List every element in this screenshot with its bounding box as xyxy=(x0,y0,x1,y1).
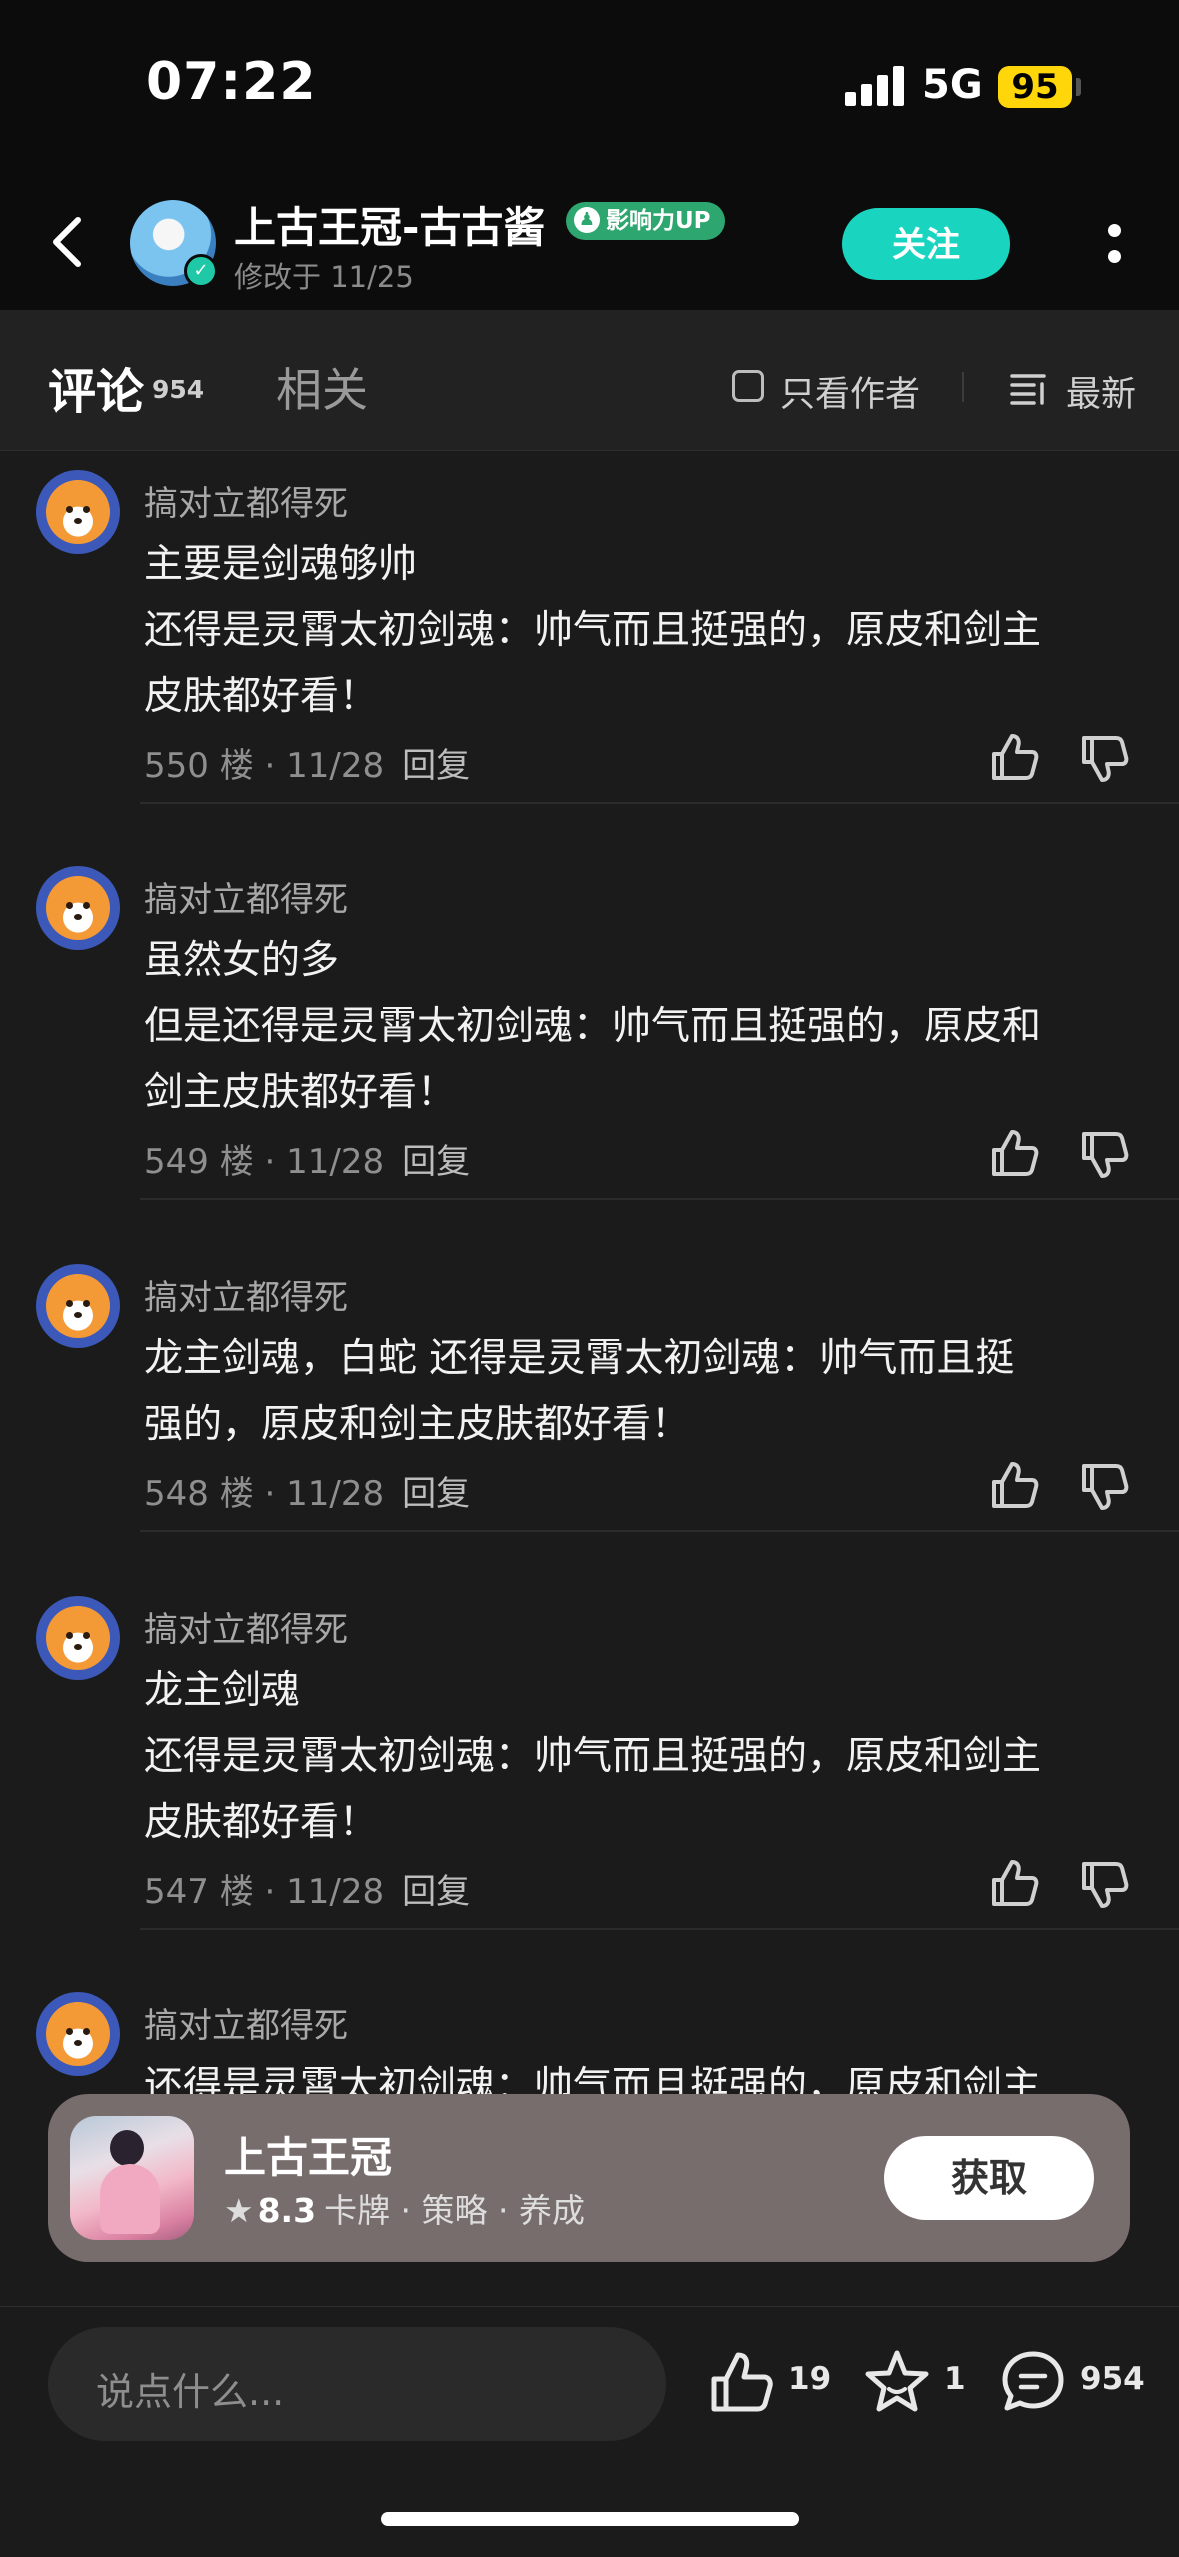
comment-text: 虽然女的多但是还得是灵霄太初剑魂：帅气而且挺强的，原皮和 剑主皮肤都好看！ xyxy=(144,928,1144,1126)
comment-username[interactable]: 搞对立都得死 xyxy=(144,1602,348,1651)
comment-floor: 549 楼 xyxy=(144,1142,254,1182)
comment-text-line: 虽然女的多 xyxy=(144,938,340,983)
comment-text-line: 皮肤都好看！ xyxy=(144,674,379,719)
thumb-down-icon[interactable] xyxy=(1078,1858,1130,1910)
favorite-count: 1 xyxy=(944,2361,966,2397)
signal-icon xyxy=(845,66,907,106)
comment-text-line: 主要是剑魂够帅 xyxy=(144,542,418,587)
battery-icon: 95 xyxy=(998,66,1072,108)
star-icon xyxy=(865,2350,929,2412)
game-card[interactable]: 上古王冠 ★ 8.3 卡牌 · 策略 · 养成 获取 xyxy=(48,2094,1130,2262)
reply-button[interactable]: 回复 xyxy=(402,746,470,786)
comment-floor: 550 楼 xyxy=(144,746,254,786)
like-count: 19 xyxy=(788,2361,832,2397)
get-button[interactable]: 获取 xyxy=(884,2136,1094,2220)
comment-username[interactable]: 搞对立都得死 xyxy=(144,476,348,525)
person-icon: ♟ xyxy=(574,207,600,233)
comment-text: 主要是剑魂够帅还得是灵霄太初剑魂：帅气而且挺强的，原皮和剑主 皮肤都好看！ xyxy=(144,532,1144,730)
game-icon xyxy=(70,2116,194,2240)
comment-date: 11/28 xyxy=(286,1142,385,1182)
thumb-up-icon[interactable] xyxy=(988,1460,1040,1512)
comment-date: 11/28 xyxy=(286,1872,385,1912)
comment-text: 龙主剑魂，白蛇 还得是灵霄太初剑魂：帅气而且挺 强的，原皮和剑主皮肤都好看！ xyxy=(144,1326,1144,1458)
avatar[interactable] xyxy=(36,1264,120,1348)
comments-count: 954 xyxy=(152,375,205,404)
verified-icon: ✓ xyxy=(184,254,218,288)
battery-tip xyxy=(1076,78,1081,96)
comment-text-line: 但是还得是灵霄太初剑魂：帅气而且挺强的，原皮和 xyxy=(144,1004,1042,1049)
author-only-label: 只看作者 xyxy=(780,375,921,415)
comment-input-placeholder: 说点什么... xyxy=(96,2370,285,2414)
comment-username[interactable]: 搞对立都得死 xyxy=(144,872,348,921)
modified-date: 修改于 11/25 xyxy=(234,260,414,294)
sort-icon xyxy=(1010,374,1046,405)
reply-button[interactable]: 回复 xyxy=(402,1872,470,1912)
comment-floor: 548 楼 xyxy=(144,1474,254,1514)
comment-text-line: 剑主皮肤都好看！ xyxy=(144,1070,457,1115)
comment-text-line: 皮肤都好看！ xyxy=(144,1800,379,1845)
comment-count: 954 xyxy=(1080,2361,1145,2397)
comment-divider xyxy=(140,1530,1179,1532)
avatar[interactable] xyxy=(36,866,120,950)
home-indicator xyxy=(381,2512,799,2526)
comment-username[interactable]: 搞对立都得死 xyxy=(144,1270,348,1319)
thumb-down-icon[interactable] xyxy=(1078,1128,1130,1180)
comment-text-line: 还得是灵霄太初剑魂：帅气而且挺强的，原皮和剑主 xyxy=(144,1734,1042,1779)
more-icon[interactable] xyxy=(1100,216,1130,276)
comment-divider xyxy=(140,1198,1179,1200)
thumb-up-icon[interactable] xyxy=(988,1128,1040,1180)
comment-meta: 547 楼 · 11/28 回复 xyxy=(144,1872,471,1912)
thumb-up-icon[interactable] xyxy=(988,1858,1040,1910)
network-type: 5G xyxy=(922,62,983,108)
status-time: 07:22 xyxy=(146,52,317,112)
badge-label: 影响力UP xyxy=(606,208,711,234)
comment-floor: 547 楼 xyxy=(144,1872,254,1912)
comment-text-line: 还得是灵霄太初剑魂：帅气而且挺强的，原皮和剑主 xyxy=(144,608,1042,653)
reply-button[interactable]: 回复 xyxy=(402,1474,470,1514)
comment-text-line: 强的，原皮和剑主皮肤都好看！ xyxy=(144,1402,691,1447)
thumb-up-icon[interactable] xyxy=(988,732,1040,784)
game-name: 上古王冠 xyxy=(224,2133,393,2182)
like-icon xyxy=(711,2352,773,2412)
comment-input[interactable]: 说点什么... xyxy=(48,2327,666,2441)
author-name[interactable]: 上古王冠-古古酱 xyxy=(234,194,545,255)
influence-badge: ♟ 影响力UP xyxy=(566,202,725,240)
comment-text-line: 龙主剑魂 xyxy=(144,1668,301,1713)
thumb-down-icon[interactable] xyxy=(1078,1460,1130,1512)
post-header: ✓ 上古王冠-古古酱 ♟ 影响力UP 修改于 11/25 关注 xyxy=(0,170,1179,310)
comment-meta: 549 楼 · 11/28 回复 xyxy=(144,1142,471,1182)
comment-text: 龙主剑魂还得是灵霄太初剑魂：帅气而且挺强的，原皮和剑主 皮肤都好看！ xyxy=(144,1658,1144,1856)
author-avatar[interactable]: ✓ xyxy=(130,200,218,288)
tab-comments[interactable]: 评论 xyxy=(48,352,145,422)
tab-comments-label: 评论 xyxy=(48,364,145,420)
comment-username[interactable]: 搞对立都得死 xyxy=(144,1998,348,2047)
back-icon[interactable] xyxy=(40,212,100,272)
comment-divider xyxy=(140,1928,1179,1930)
comment-tabs: 评论 954 相关 只看作者 最新 xyxy=(0,310,1179,451)
checkbox-icon[interactable] xyxy=(732,370,764,402)
comment-divider xyxy=(140,802,1179,804)
avatar[interactable] xyxy=(36,1992,120,2076)
follow-button[interactable]: 关注 xyxy=(842,208,1010,280)
star-icon: ★ xyxy=(224,2191,254,2230)
game-meta: ★ 8.3 卡牌 · 策略 · 养成 xyxy=(224,2184,585,2232)
comment-date: 11/28 xyxy=(286,1474,385,1514)
reply-button[interactable]: 回复 xyxy=(402,1142,470,1182)
comment-meta: 548 楼 · 11/28 回复 xyxy=(144,1474,471,1514)
avatar[interactable] xyxy=(36,1596,120,1680)
comment-text-line: 龙主剑魂，白蛇 还得是灵霄太初剑魂：帅气而且挺 xyxy=(144,1336,1015,1381)
comment-date: 11/28 xyxy=(286,746,385,786)
tab-related[interactable]: 相关 xyxy=(276,354,368,420)
comment-icon xyxy=(1002,2351,1064,2411)
avatar[interactable] xyxy=(36,470,120,554)
game-tags: 卡牌 · 策略 · 养成 xyxy=(324,2191,586,2230)
sort-label: 最新 xyxy=(1066,375,1137,415)
thumb-down-icon[interactable] xyxy=(1078,732,1130,784)
comment-meta: 550 楼 · 11/28 回复 xyxy=(144,746,471,786)
divider xyxy=(962,372,964,402)
status-bar: 07:22 5G 95 xyxy=(0,0,1179,170)
game-rating: 8.3 xyxy=(257,2191,317,2230)
